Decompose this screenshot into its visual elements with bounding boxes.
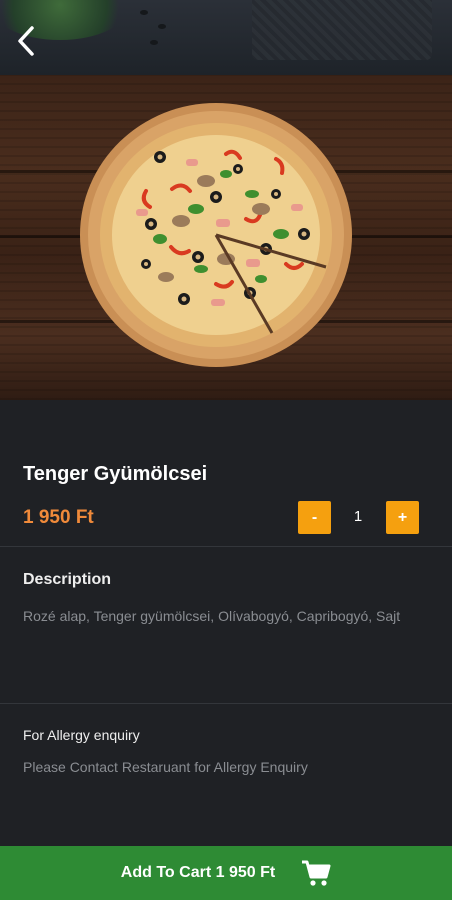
increment-button[interactable]: + <box>386 501 419 534</box>
pepper-seed-decoration <box>158 24 166 29</box>
allergy-text: Please Contact Restaruant for Allergy En… <box>23 759 308 775</box>
description-heading: Description <box>23 571 112 588</box>
product-name: Tenger Gyümölcsei <box>23 463 208 485</box>
pepper-seed-decoration <box>150 40 158 45</box>
divider <box>0 703 452 704</box>
add-to-cart-button[interactable]: Add To Cart 1 950 Ft <box>0 846 452 900</box>
pepper-seed-decoration <box>140 10 148 15</box>
product-image <box>0 75 452 400</box>
cloth-decoration <box>252 0 432 60</box>
description-text: Rozé alap, Tenger gyümölcsei, Olívabogyó… <box>23 608 401 624</box>
back-button[interactable] <box>14 24 40 58</box>
add-to-cart-label: Add To Cart 1 950 Ft <box>120 864 276 881</box>
allergy-heading: For Allergy enquiry <box>23 727 140 743</box>
pizza-illustration <box>80 103 352 367</box>
quantity-value: 1 <box>353 508 363 525</box>
product-price: 1 950 Ft <box>23 507 94 528</box>
chevron-left-icon <box>18 26 34 56</box>
decrement-button[interactable]: - <box>298 501 331 534</box>
shopping-cart-icon <box>302 860 331 886</box>
divider <box>0 546 452 547</box>
top-bar <box>0 0 452 75</box>
